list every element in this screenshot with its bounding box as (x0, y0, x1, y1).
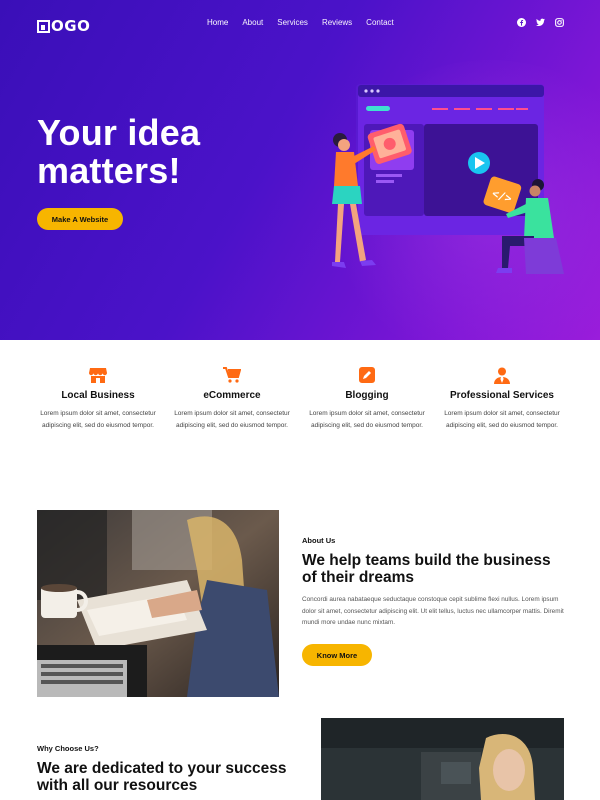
about-title: We help teams build the business of thei… (302, 552, 551, 586)
service-text: Lorem ipsum dolor sit amet, consectetur … (174, 410, 290, 429)
service-local-business: Local Business Lorem ipsum dolor sit ame… (36, 366, 160, 432)
nav-services[interactable]: Services (277, 18, 308, 27)
about-text: Concordi aurea nabataeque seductaque con… (302, 596, 564, 626)
know-more-button[interactable]: Know More (302, 644, 372, 666)
instagram-icon[interactable] (555, 18, 564, 27)
service-ecommerce: eCommerce Lorem ipsum dolor sit amet, co… (170, 366, 294, 432)
storefront-icon (89, 366, 107, 384)
why-label: Why Choose Us? (37, 744, 99, 753)
logo-mark (37, 19, 50, 33)
services-section: Local Business Lorem ipsum dolor sit ame… (0, 340, 600, 470)
service-blogging: Blogging Lorem ipsum dolor sit amet, con… (305, 366, 429, 432)
service-title: Local Business (61, 390, 135, 401)
why-title: We are dedicated to your success with al… (37, 760, 287, 794)
make-website-button[interactable]: Make A Website (37, 208, 123, 230)
main-nav: Home About Services Reviews Contact (207, 18, 408, 27)
about-photo (37, 510, 279, 697)
why-photo (321, 718, 564, 800)
social-links (517, 18, 564, 27)
hero-title: Your idea matters! (37, 112, 201, 191)
logo-text: OGO (51, 17, 91, 35)
service-title: eCommerce (203, 390, 261, 401)
nav-reviews[interactable]: Reviews (322, 18, 352, 27)
twitter-icon[interactable] (536, 18, 545, 27)
nav-contact[interactable]: Contact (366, 18, 394, 27)
service-title: Blogging (345, 390, 389, 401)
service-text: Lorem ipsum dolor sit amet, consectetur … (40, 410, 156, 429)
person-tie-icon (493, 366, 511, 384)
nav-about[interactable]: About (242, 18, 263, 27)
facebook-icon[interactable] (517, 18, 526, 27)
hero-illustration: </> (332, 84, 564, 274)
service-title: Professional Services (450, 390, 554, 401)
nav-home[interactable]: Home (207, 18, 228, 27)
hero-section: OGO Home About Services Reviews Contact … (0, 0, 600, 340)
logo[interactable]: OGO (37, 17, 90, 35)
service-text: Lorem ipsum dolor sit amet, consectetur … (444, 410, 560, 429)
service-text: Lorem ipsum dolor sit amet, consectetur … (309, 410, 425, 429)
edit-icon (358, 366, 376, 384)
service-professional: Professional Services Lorem ipsum dolor … (440, 366, 564, 432)
about-label: About Us (302, 536, 336, 545)
cart-icon (223, 366, 241, 384)
